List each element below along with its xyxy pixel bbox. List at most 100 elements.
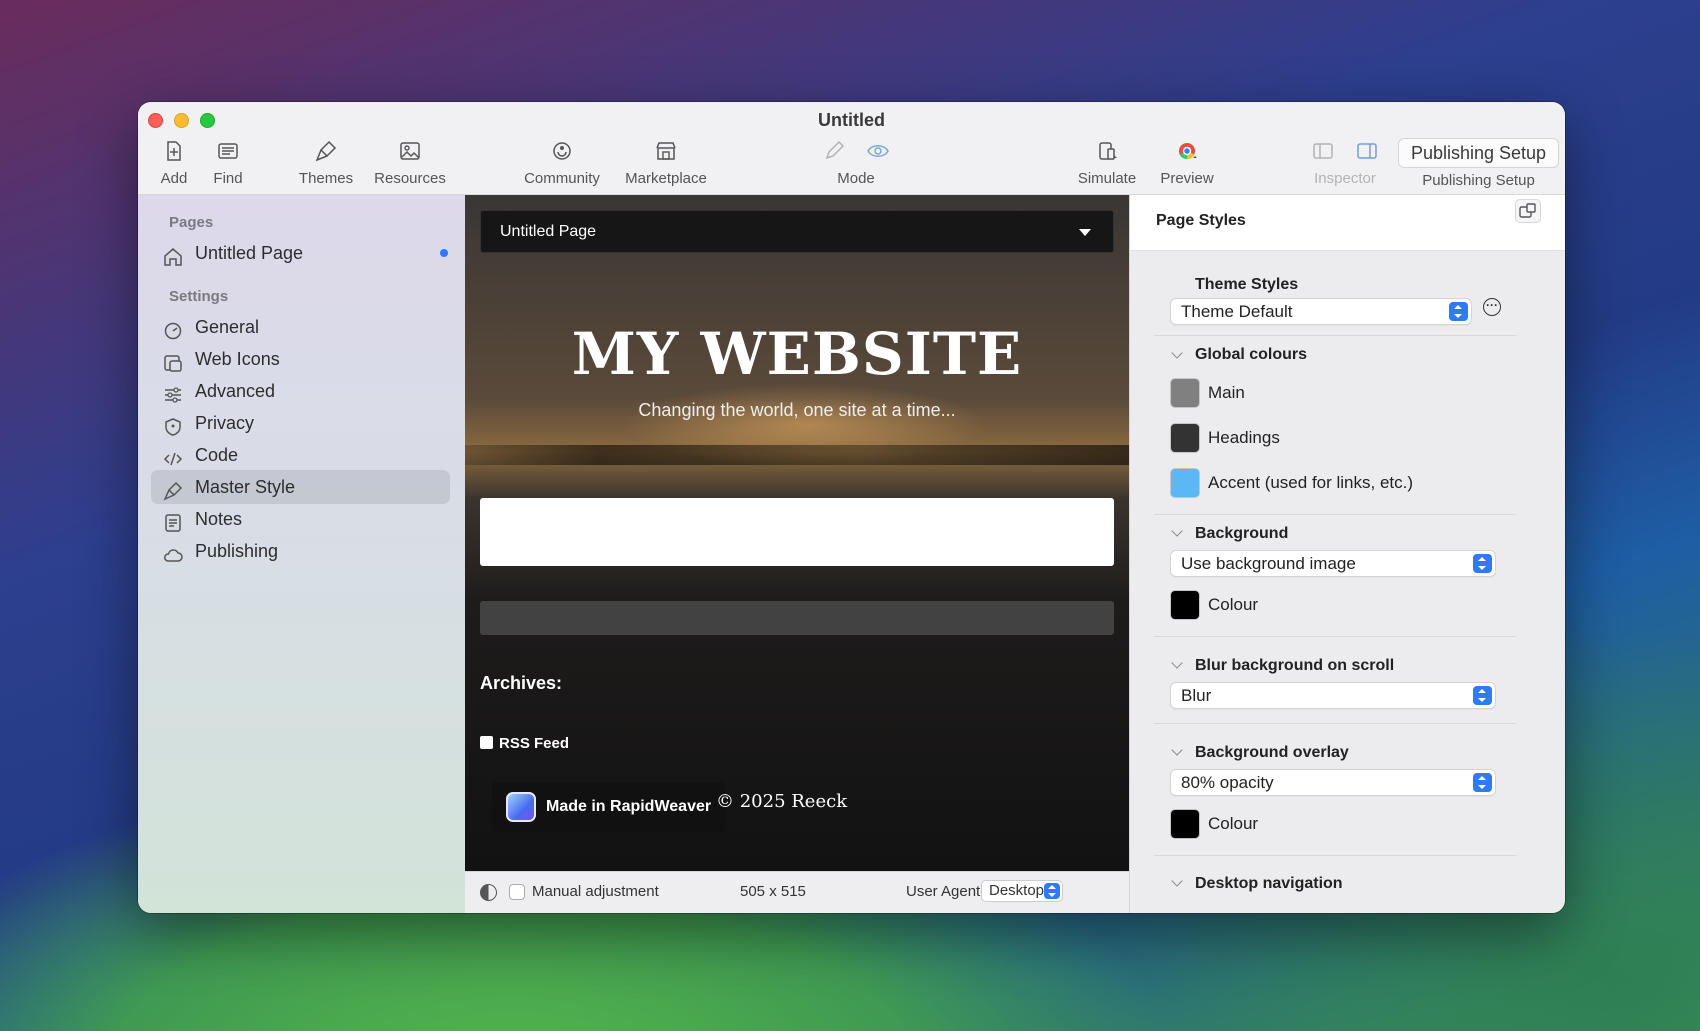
sidebar-item-publishing[interactable]: Publishing — [151, 534, 450, 568]
archives-heading: Archives: — [480, 673, 563, 693]
sidebar-item-master-style[interactable]: Master Style — [151, 470, 450, 504]
pencil-icon[interactable] — [814, 140, 854, 166]
sidebar-left-icon[interactable] — [1303, 140, 1343, 166]
preview-nav-menu[interactable]: Untitled Page — [480, 210, 1114, 253]
accent-colour-swatch[interactable] — [1170, 468, 1200, 498]
divider — [1154, 335, 1516, 336]
brush-icon — [163, 478, 183, 501]
chevron-down-icon[interactable] — [1171, 347, 1183, 359]
headings-colour-swatch[interactable] — [1170, 423, 1200, 453]
headings-colour-label: Headings — [1208, 428, 1280, 447]
mode-control[interactable]: Mode — [808, 140, 904, 187]
app-window: Untitled Add Find Themes Resources Commu… — [138, 102, 1565, 913]
user-agent-select[interactable]: Desktop — [981, 880, 1063, 902]
modified-indicator — [440, 249, 448, 257]
shield-icon — [163, 414, 183, 436]
chrome-browser-icon — [1152, 140, 1222, 166]
rss-feed-link[interactable]: RSS Feed — [480, 735, 569, 752]
chevron-down-icon[interactable] — [1171, 525, 1183, 537]
sidebar-item-privacy[interactable]: Privacy — [151, 406, 450, 440]
eye-icon[interactable] — [858, 140, 898, 166]
sidebar-item-label: Privacy — [195, 413, 255, 433]
sidebar-item-untitled-page[interactable]: Untitled Page — [151, 236, 450, 270]
accent-colour-label: Accent (used for links, etc.) — [1208, 473, 1414, 492]
store-icon — [621, 140, 711, 166]
sidebar-item-label: Master Style — [195, 477, 296, 497]
made-in-rapidweaver-badge[interactable]: Made in RapidWeaver — [492, 782, 726, 832]
detach-panel-icon[interactable] — [1515, 199, 1541, 223]
community-icon — [522, 140, 602, 166]
toolbar: Untitled Add Find Themes Resources Commu… — [138, 102, 1565, 195]
sidebar-item-label: Code — [195, 445, 239, 465]
notes-icon — [163, 510, 183, 532]
settings-header: Settings — [169, 288, 229, 305]
sidebar-item-label: General — [195, 317, 260, 337]
sidebar-item-web-icons[interactable]: Web Icons — [151, 342, 450, 376]
site-title: MY WEBSITE — [571, 320, 1023, 388]
publishing-setup-button[interactable]: Publishing Setup — [1398, 138, 1559, 168]
stepper-icon — [1044, 883, 1060, 899]
themes-button[interactable]: Themes — [296, 140, 356, 187]
preview-button[interactable]: Preview — [1152, 140, 1222, 187]
stepper-icon — [1473, 773, 1492, 792]
content-bar — [480, 601, 1114, 635]
divider — [1154, 636, 1516, 637]
manual-adjustment-label: Manual adjustment — [532, 883, 659, 900]
rapidweaver-icon — [506, 792, 536, 822]
main-colour-swatch[interactable] — [1170, 378, 1200, 408]
chevron-down-icon[interactable] — [1171, 744, 1183, 756]
gauge-icon — [163, 318, 183, 340]
image-icon — [370, 140, 450, 166]
theme-styles-label: Theme Styles — [1195, 276, 1299, 293]
content-block — [480, 498, 1114, 566]
code-icon — [163, 446, 183, 466]
community-button[interactable]: Community — [522, 140, 602, 187]
preview-footer: Manual adjustment 505 x 515 User Agent D… — [465, 871, 1129, 913]
sidebar-item-notes[interactable]: Notes — [151, 502, 450, 536]
theme-styles-select[interactable]: Theme Default — [1170, 298, 1472, 325]
simulate-button[interactable]: Simulate — [1072, 140, 1142, 187]
find-button[interactable]: Find — [208, 140, 248, 187]
divider — [1154, 514, 1516, 515]
resources-button[interactable]: Resources — [370, 140, 450, 187]
background-select[interactable]: Use background image — [1170, 550, 1496, 577]
brush-icon — [296, 140, 356, 166]
add-button[interactable]: Add — [154, 140, 194, 187]
user-agent-label: User Agent — [906, 883, 981, 900]
manual-adjustment-checkbox[interactable] — [509, 884, 525, 900]
inspector-button[interactable]: Inspector — [1300, 140, 1390, 187]
rss-icon — [480, 736, 493, 749]
overlay-colour-swatch[interactable] — [1170, 809, 1200, 839]
background-colour-label: Colour — [1208, 595, 1259, 614]
main-colour-label: Main — [1208, 383, 1245, 402]
background-colour-swatch[interactable] — [1170, 590, 1200, 620]
sidebar-item-label: Web Icons — [195, 349, 280, 369]
sidebar-right-icon[interactable] — [1347, 140, 1387, 166]
house-icon — [163, 244, 183, 266]
find-icon — [208, 140, 248, 166]
devices-icon — [1072, 140, 1142, 166]
stepper-icon — [1449, 302, 1468, 321]
publishing-setup-label: Publishing Setup — [1422, 172, 1535, 189]
sidebar-item-general[interactable]: General — [151, 310, 450, 344]
sidebar-item-advanced[interactable]: Advanced — [151, 374, 450, 408]
site-preview[interactable]: Untitled Page MY WEBSITE Changing the wo… — [465, 195, 1129, 871]
divider — [1154, 723, 1516, 724]
sidebar-item-code[interactable]: Code — [151, 438, 450, 472]
blur-background-label: Blur background on scroll — [1195, 657, 1395, 674]
chevron-down-icon[interactable] — [1171, 657, 1183, 669]
overlay-colour-label: Colour — [1208, 814, 1259, 833]
inspector-panel: Page Styles Theme Styles Theme Default ·… — [1129, 195, 1565, 913]
blur-select[interactable]: Blur — [1170, 682, 1496, 709]
inspector-header: Page Styles — [1130, 195, 1565, 251]
inspector-title: Page Styles — [1156, 212, 1246, 229]
overlay-select[interactable]: 80% opacity — [1170, 769, 1496, 796]
marketplace-button[interactable]: Marketplace — [621, 140, 711, 187]
cloud-icon — [163, 542, 183, 562]
sidebar-item-label: Publishing — [195, 541, 279, 561]
copyright-text: © 2025 Reeck — [716, 791, 848, 812]
chevron-down-icon[interactable] — [1171, 875, 1183, 887]
contrast-icon[interactable] — [480, 884, 497, 901]
more-options-icon[interactable]: ··· — [1483, 298, 1501, 316]
sliders-icon — [163, 382, 183, 403]
